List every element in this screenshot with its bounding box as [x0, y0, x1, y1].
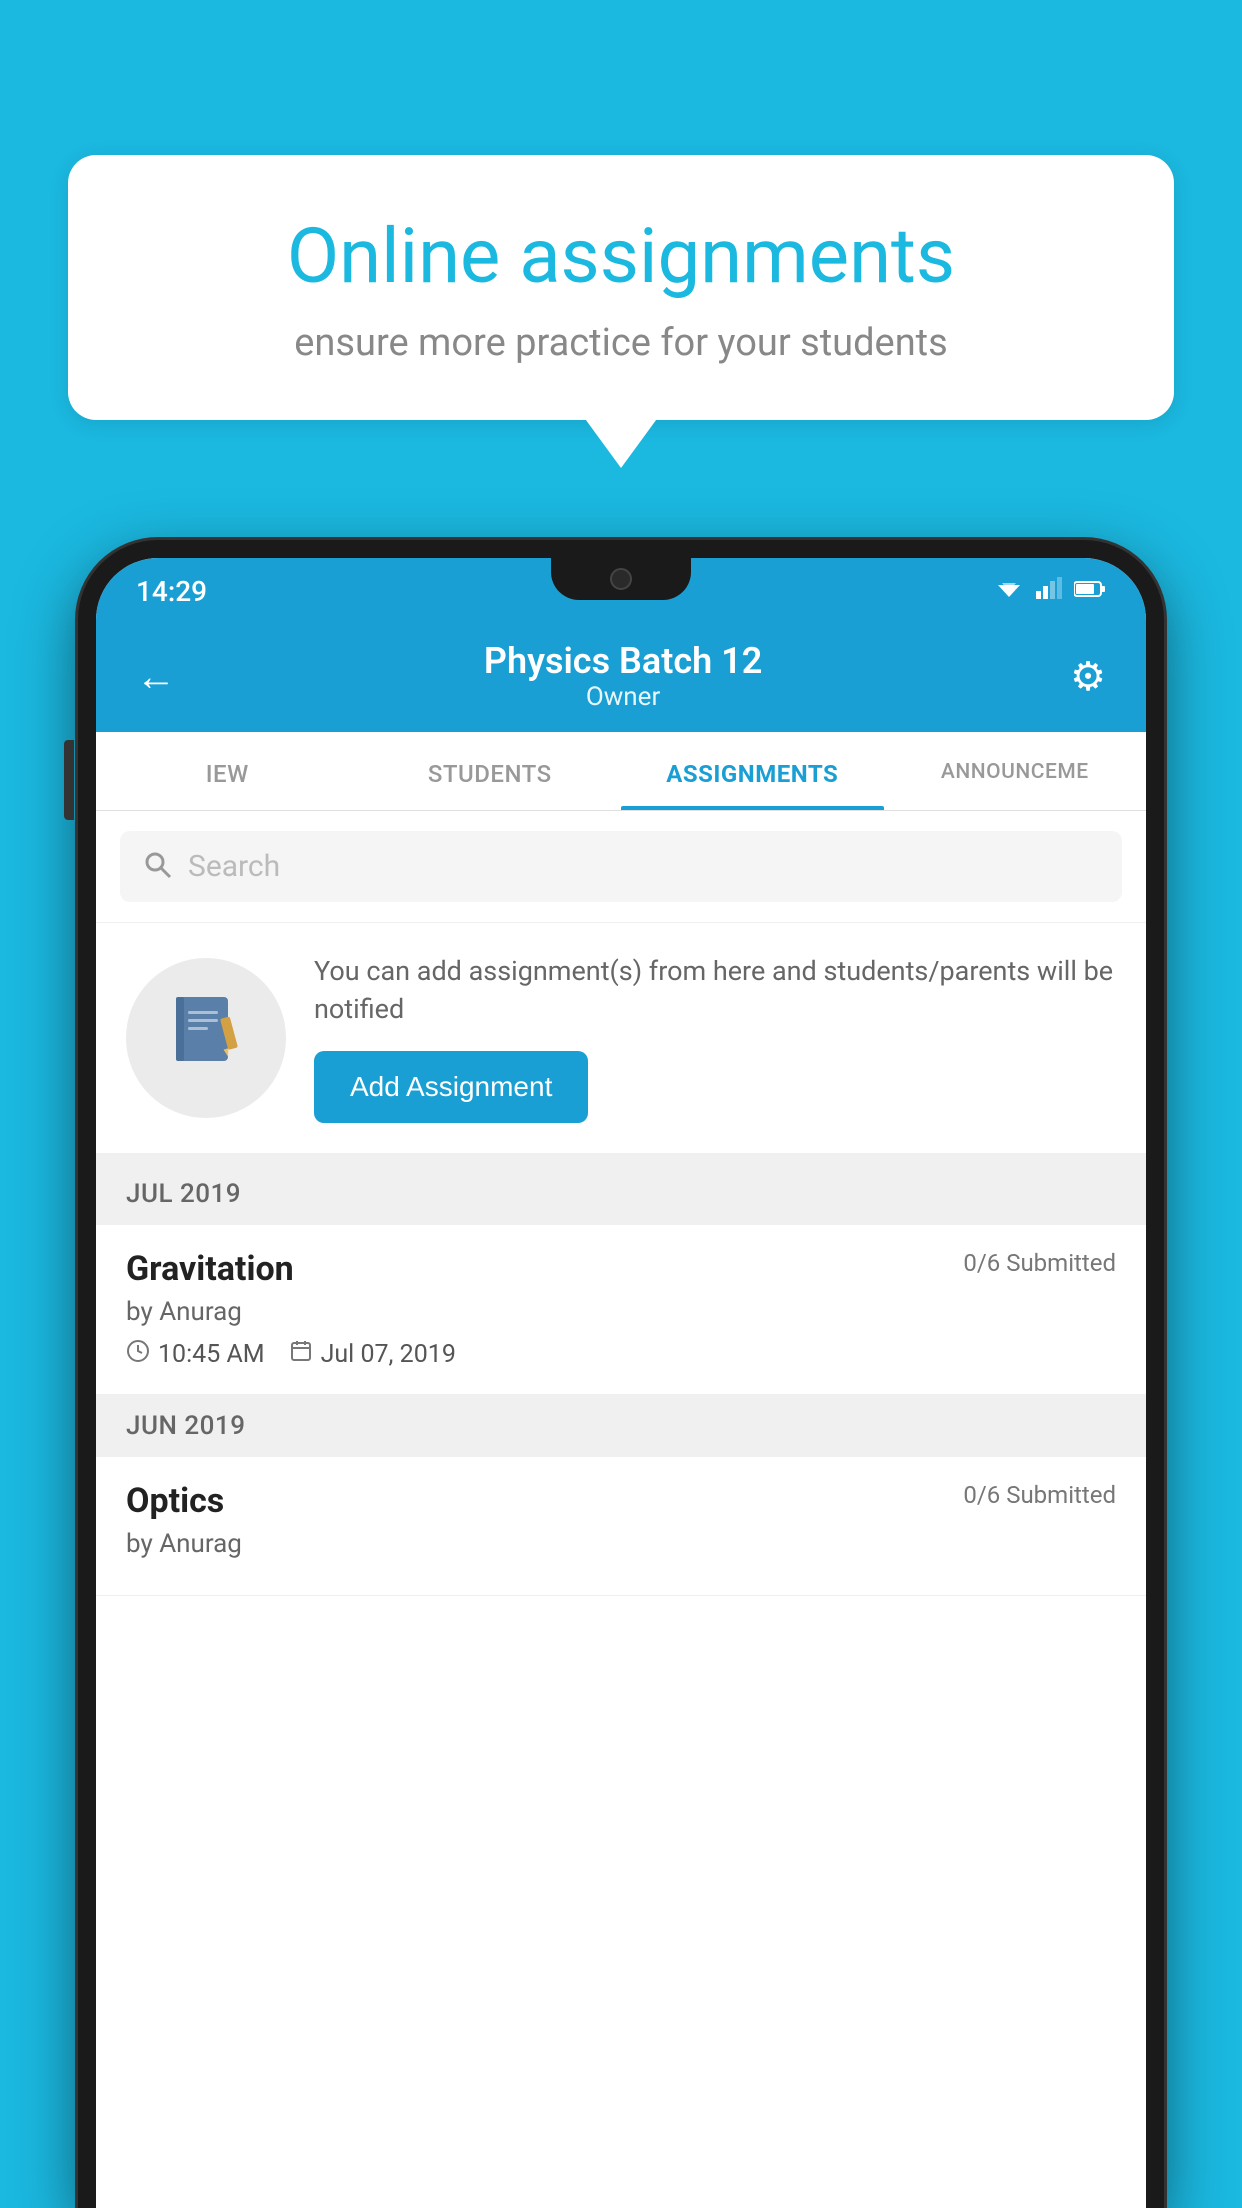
tabs-container: IEW STUDENTS ASSIGNMENTS ANNOUNCEME	[96, 732, 1146, 811]
phone-screen: 14:29	[96, 558, 1146, 2208]
speech-bubble-container: Online assignments ensure more practice …	[68, 155, 1174, 420]
date-value: Jul 07, 2019	[321, 1340, 456, 1369]
assignment-time: 10:45 AM	[126, 1339, 265, 1370]
assignment-date: Jul 07, 2019	[289, 1339, 456, 1370]
tab-iew[interactable]: IEW	[96, 732, 359, 810]
assignment-item-gravitation[interactable]: Gravitation 0/6 Submitted by Anurag 10:4…	[96, 1225, 1146, 1395]
battery-icon	[1074, 579, 1106, 604]
assignment-submitted-optics: 0/6 Submitted	[963, 1481, 1116, 1509]
month-header-jul: JUL 2019	[96, 1163, 1146, 1225]
header-subtitle: Owner	[484, 682, 762, 712]
promo-description: You can add assignment(s) from here and …	[314, 953, 1116, 1029]
app-header: ← Physics Batch 12 Owner ⚙	[96, 620, 1146, 732]
assignment-item-optics[interactable]: Optics 0/6 Submitted by Anurag	[96, 1457, 1146, 1596]
tab-announcements[interactable]: ANNOUNCEME	[884, 732, 1147, 810]
assignment-header-optics: Optics 0/6 Submitted	[126, 1481, 1116, 1521]
clock-icon	[126, 1339, 150, 1370]
assignment-header: Gravitation 0/6 Submitted	[126, 1249, 1116, 1289]
time-value: 10:45 AM	[158, 1340, 265, 1369]
search-input[interactable]: Search	[188, 849, 280, 884]
assignment-author: by Anurag	[126, 1297, 1116, 1327]
calendar-icon	[289, 1339, 313, 1370]
assignment-meta: 10:45 AM Jul 07, 2019	[126, 1339, 1116, 1370]
back-button[interactable]: ←	[136, 653, 176, 700]
assignment-title-optics: Optics	[126, 1481, 224, 1521]
bubble-title: Online assignments	[138, 215, 1104, 299]
signal-icon	[1036, 577, 1062, 605]
notebook-icon	[166, 989, 246, 1087]
tab-students[interactable]: STUDENTS	[359, 732, 622, 810]
promo-content: You can add assignment(s) from here and …	[314, 953, 1116, 1123]
tab-assignments[interactable]: ASSIGNMENTS	[621, 732, 884, 810]
wifi-icon	[994, 577, 1024, 605]
status-icons	[994, 577, 1106, 605]
speech-bubble: Online assignments ensure more practice …	[68, 155, 1174, 420]
bubble-subtitle: ensure more practice for your students	[138, 321, 1104, 365]
promo-section: You can add assignment(s) from here and …	[96, 923, 1146, 1163]
header-center: Physics Batch 12 Owner	[484, 640, 762, 712]
search-icon	[144, 851, 172, 883]
search-bar[interactable]: Search	[120, 831, 1122, 902]
assignment-title: Gravitation	[126, 1249, 294, 1289]
promo-icon-circle	[126, 958, 286, 1118]
header-title: Physics Batch 12	[484, 640, 762, 682]
add-assignment-button[interactable]: Add Assignment	[314, 1051, 588, 1123]
assignment-submitted: 0/6 Submitted	[963, 1249, 1116, 1277]
phone-outer: 14:29	[78, 540, 1164, 2208]
settings-icon[interactable]: ⚙	[1070, 653, 1106, 700]
phone-device: 14:29	[78, 540, 1164, 2208]
search-container: Search	[96, 811, 1146, 923]
phone-notch	[551, 558, 691, 600]
assignment-author-optics: by Anurag	[126, 1529, 1116, 1559]
front-camera	[610, 568, 632, 590]
month-header-jun: JUN 2019	[96, 1395, 1146, 1457]
status-time: 14:29	[136, 575, 207, 608]
